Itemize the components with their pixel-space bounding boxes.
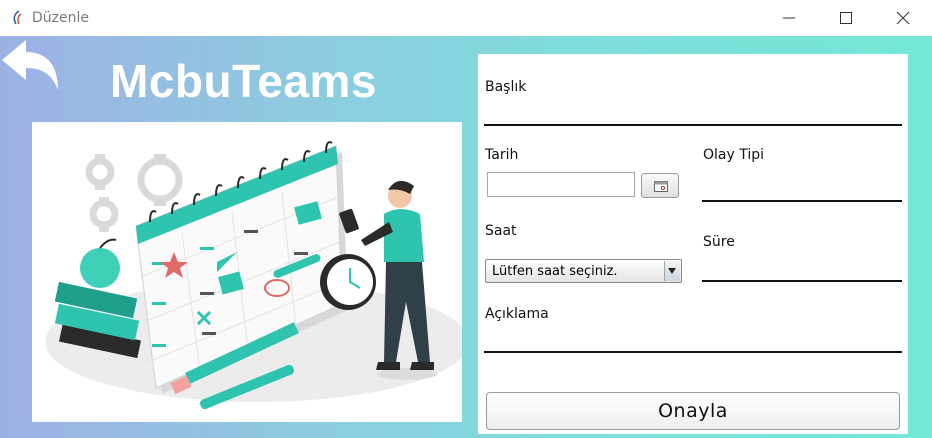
time-select-arrow[interactable] [664,261,680,281]
main-content: McbuTeams Başlık Tarih Olay Tipi Saat Lü… [0,36,932,438]
duration-label: Süre [703,234,735,250]
close-button[interactable] [874,0,932,36]
maximize-icon [840,12,852,24]
event-type-label: Olay Tipi [703,147,765,163]
window-titlebar: Düzenle [0,0,932,36]
description-label: Açıklama [485,306,549,322]
time-label: Saat [485,223,517,239]
event-type-field[interactable] [702,200,902,202]
time-select[interactable]: Lütfen saat seçiniz. [485,259,682,283]
description-field[interactable] [484,351,902,353]
duration-field[interactable] [702,280,902,282]
app-logo: McbuTeams [110,55,377,107]
calendar-picker-icon [654,181,668,192]
minimize-icon [783,17,795,19]
java-app-icon [13,10,22,25]
title-label: Başlık [485,79,527,95]
back-arrow-icon[interactable] [0,38,62,96]
window-title: Düzenle [32,10,89,26]
minimize-button[interactable] [760,0,818,36]
calendar-planning-illustration [32,122,469,422]
event-form-panel: Başlık Tarih Olay Tipi Saat Lütfen saat … [478,54,908,434]
maximize-button[interactable] [817,0,875,36]
date-picker-button[interactable] [641,173,679,198]
title-field[interactable] [484,124,902,126]
date-label: Tarih [485,147,519,163]
time-select-value: Lütfen saat seçiniz. [492,264,618,279]
date-input[interactable] [487,172,635,197]
close-icon [896,11,910,25]
confirm-button[interactable]: Onayla [486,392,900,430]
chevron-down-icon [668,268,676,274]
